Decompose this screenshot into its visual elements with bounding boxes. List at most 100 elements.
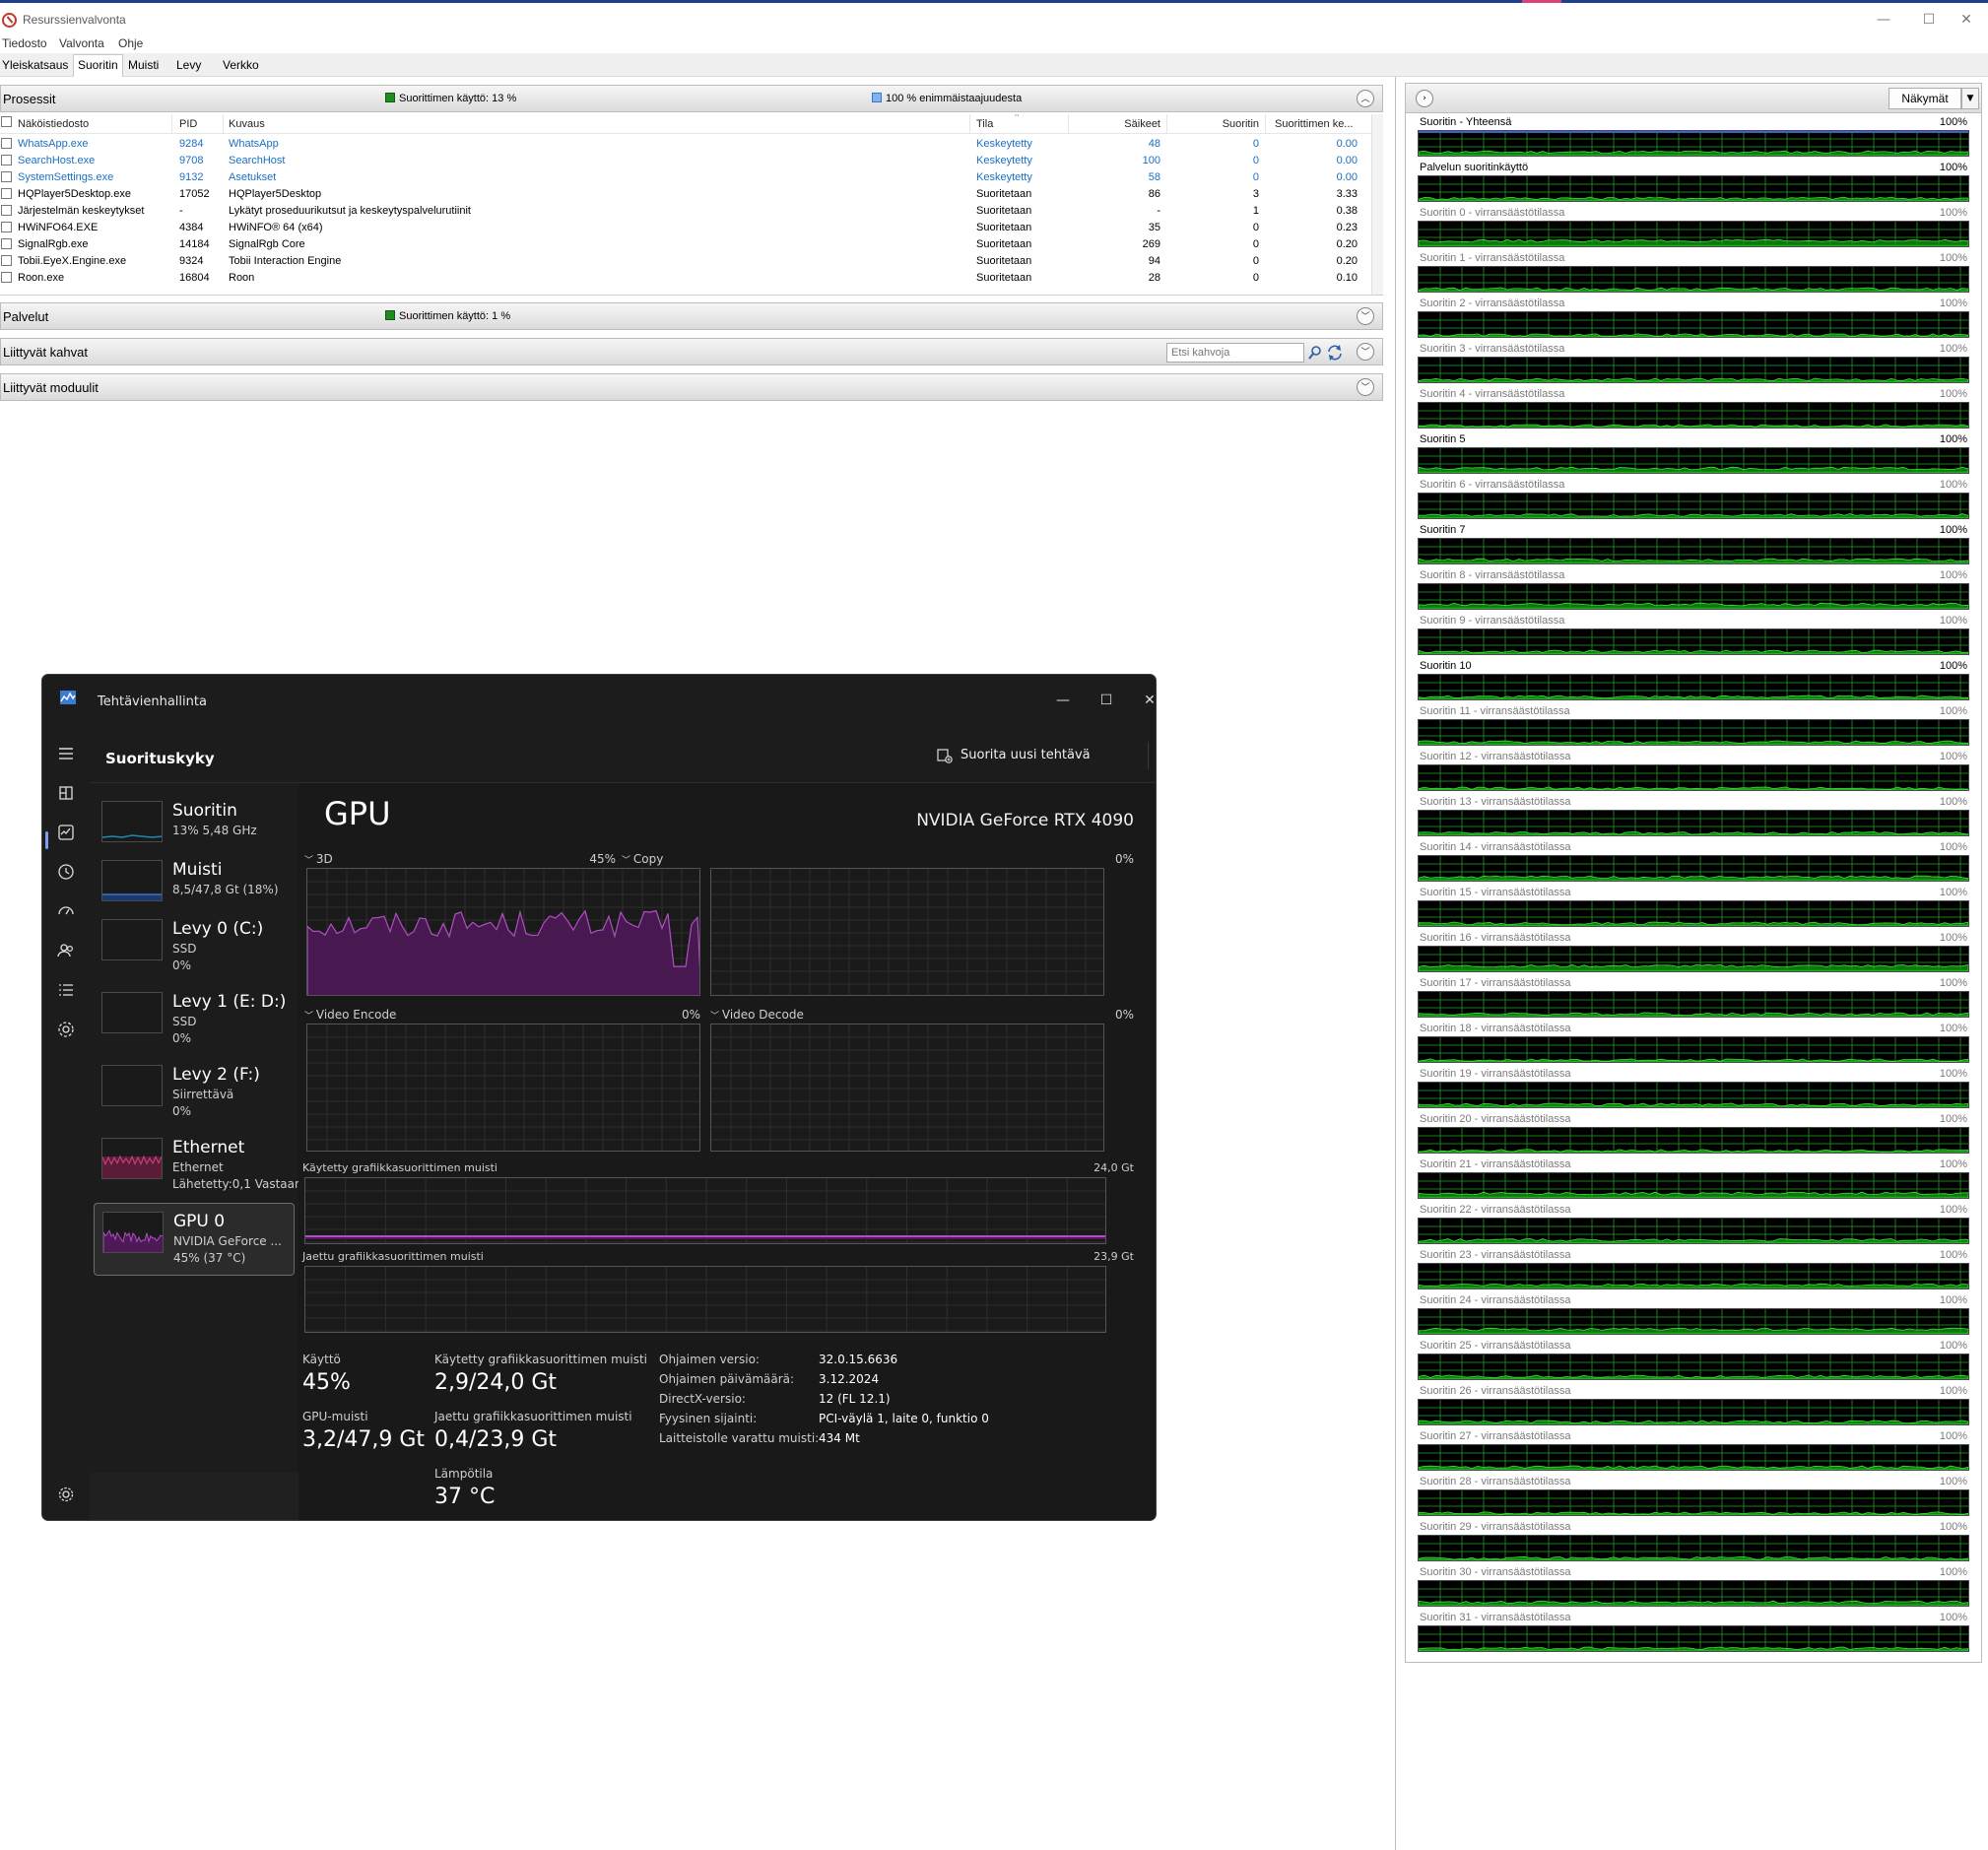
hamburger-menu-icon[interactable] [54,742,78,765]
col-description[interactable]: Kuvaus [229,118,426,130]
col-cpu[interactable]: Suoritin [1172,118,1259,130]
cpu-chart-graph [1418,447,1969,474]
processes-scrollbar[interactable] [1371,114,1383,295]
col-avg-cpu[interactable]: Suorittimen ke... [1275,118,1361,130]
table-row[interactable]: SearchHost.exe 9708 SearchHost Keskeytetty 1… [0,153,1371,169]
expand-icon[interactable]: ﹀ [1357,378,1374,396]
close-icon[interactable]: ✕ [1945,7,1988,33]
row-checkbox[interactable] [1,272,12,283]
cpu-chart-name: Suoritin 28 - virransäästötilassa [1420,1476,1571,1487]
modules-header[interactable]: Liittyvät moduulit ﹀ [0,373,1383,401]
services-header[interactable]: Palvelut Suorittimen käyttö: 1 % ﹀ [0,302,1383,330]
menu-file[interactable]: Tiedosto [2,36,47,50]
table-row[interactable]: SystemSettings.exe 9132 Asetukset Keskeytet… [0,169,1371,186]
row-checkbox[interactable] [1,171,12,182]
cell-threads: 269 [1142,238,1160,250]
col-pid[interactable]: PID [179,118,219,130]
row-checkbox[interactable] [1,138,12,149]
tab-memory[interactable]: Muisti [128,58,159,72]
cpu-chart-name: Suoritin 27 - virransäästötilassa [1420,1430,1571,1442]
gpu-detail-pane: GPU NVIDIA GeForce RTX 4090 ﹀ 3D 45% ﹀ C… [298,783,1156,1520]
table-row[interactable]: SignalRgb.exe 14184 SignalRgb Core Suoritet… [0,236,1371,253]
charts-expand-icon[interactable]: › [1416,90,1433,107]
maximize-icon[interactable]: ☐ [1087,687,1126,714]
performance-nav-icon[interactable] [54,821,78,844]
expand-icon[interactable]: ﹀ [1357,343,1374,361]
gpu-memory-label: GPU-muisti [302,1410,368,1423]
engine-decode-label[interactable]: ﹀ Video Decode [710,1008,804,1022]
shared-memory-graph [304,1266,1106,1333]
device-item[interactable]: GPU 0 NVIDIA GeForce ... 45% (37 °C) [94,1203,295,1276]
row-checkbox[interactable] [1,255,12,266]
tab-cpu[interactable]: Suoritin [73,54,123,77]
cpu-chart-graph [1418,1263,1969,1289]
table-row[interactable]: Tobii.EyeX.Engine.exe 9324 Tobii Interacti… [0,253,1371,270]
cpu-chart-name: Suoritin 23 - virransäästötilassa [1420,1249,1571,1261]
cpu-chart-name: Suoritin 9 - virransäästötilassa [1420,615,1565,627]
tab-overview[interactable]: Yleiskatsaus [2,58,68,72]
table-row[interactable]: HWiNFO64.EXE 4384 HWiNFO® 64 (x64) Suoritet… [0,220,1371,236]
cell-pid: 9324 [179,255,204,267]
cell-image: SystemSettings.exe [18,171,114,183]
device-item[interactable]: Ethernet Ethernet Lähetetty:0,1 Vastaan [94,1130,302,1203]
col-image[interactable]: Näköistiedosto [18,118,166,130]
processes-header[interactable]: Prosessit Suorittimen käyttö: 13 % 100 %… [0,85,1383,112]
engine-encode-label[interactable]: ﹀ Video Encode [304,1008,396,1022]
menu-monitor[interactable]: Valvonta [59,36,104,50]
resmon-titlebar: Resurssienvalvonta — ☐ ✕ [0,3,1988,33]
menu-help[interactable]: Ohje [118,36,143,50]
run-new-task-button[interactable]: Suorita uusi tehtävä [961,748,1091,762]
row-checkbox[interactable] [1,205,12,216]
row-checkbox[interactable] [1,222,12,232]
cell-image: WhatsApp.exe [18,138,89,150]
row-checkbox[interactable] [1,238,12,249]
usage-label: Käyttö [302,1353,341,1366]
select-all-checkbox[interactable] [1,116,12,127]
table-row[interactable]: HQPlayer5Desktop.exe 17052 HQPlayer5Deskto… [0,186,1371,203]
details-nav-icon[interactable] [54,978,78,1002]
col-threads[interactable]: Säikeet [1074,118,1160,130]
cpu-chart-item: Suoritin 13 - virransäästötilassa 100% [1418,793,1969,838]
device-thumbnail [101,801,163,842]
users-nav-icon[interactable] [54,939,78,962]
cpu-chart-header: Suoritin 26 - virransäästötilassa 100% [1418,1382,1969,1399]
close-icon[interactable]: ✕ [1130,687,1156,714]
row-checkbox[interactable] [1,155,12,165]
cpu-chart-item: Suoritin 26 - virransäästötilassa 100% [1418,1382,1969,1427]
shared-stat-label: Jaettu grafiikkasuorittimen muisti [434,1410,632,1423]
device-item[interactable]: Levy 1 (E: D:) SSD 0% [94,984,295,1057]
expand-icon[interactable]: ﹀ [1357,307,1374,325]
resmon-title: Resurssienvalvonta [23,13,126,27]
search-icon[interactable] [1306,344,1324,362]
engine-3d-label[interactable]: ﹀ 3D [304,852,333,866]
table-row[interactable]: WhatsApp.exe 9284 WhatsApp Keskeytetty 48 0 0.… [0,136,1371,153]
cell-description: SignalRgb Core [229,238,305,250]
cpu-chart-name: Suoritin 10 [1420,660,1472,672]
tab-disk[interactable]: Levy [176,58,201,72]
table-row[interactable]: Järjestelmän keskeytykset - Lykätyt prosed… [0,203,1371,220]
views-dropdown-icon[interactable]: ▼ [1961,88,1979,109]
services-nav-icon[interactable] [54,1018,78,1041]
processes-nav-icon[interactable] [54,781,78,805]
row-checkbox[interactable] [1,188,12,199]
device-item[interactable]: Levy 0 (C:) SSD 0% [94,911,295,984]
device-line1: SSD [172,942,197,956]
minimize-icon[interactable]: — [1043,687,1083,714]
minimize-icon[interactable]: — [1862,7,1905,33]
device-item[interactable]: Levy 2 (F:) Siirrettävä 0% [94,1057,295,1130]
cpu-chart-item: Suoritin 0 - virransäästötilassa 100% [1418,204,1969,249]
pane-splitter[interactable] [1383,77,1401,1850]
views-button[interactable]: Näkymät [1889,88,1961,109]
run-task-icon[interactable] [937,748,953,763]
engine-copy-label[interactable]: ﹀ Copy [622,852,663,866]
table-row[interactable]: Roon.exe 16804 Roon Suoritetaan 28 0 0.10 [0,270,1371,287]
refresh-icon[interactable] [1326,344,1344,362]
startup-apps-nav-icon[interactable] [54,899,78,923]
app-history-nav-icon[interactable] [54,860,78,884]
tab-network[interactable]: Verkko [223,58,259,72]
settings-gear-icon[interactable] [54,1483,78,1506]
handles-search-input[interactable]: Etsi kahvoja [1166,343,1304,363]
cpu-chart-graph [1418,538,1969,564]
collapse-icon[interactable]: ︿ [1357,90,1374,107]
driver-version-label: Ohjaimen versio: [659,1353,760,1366]
